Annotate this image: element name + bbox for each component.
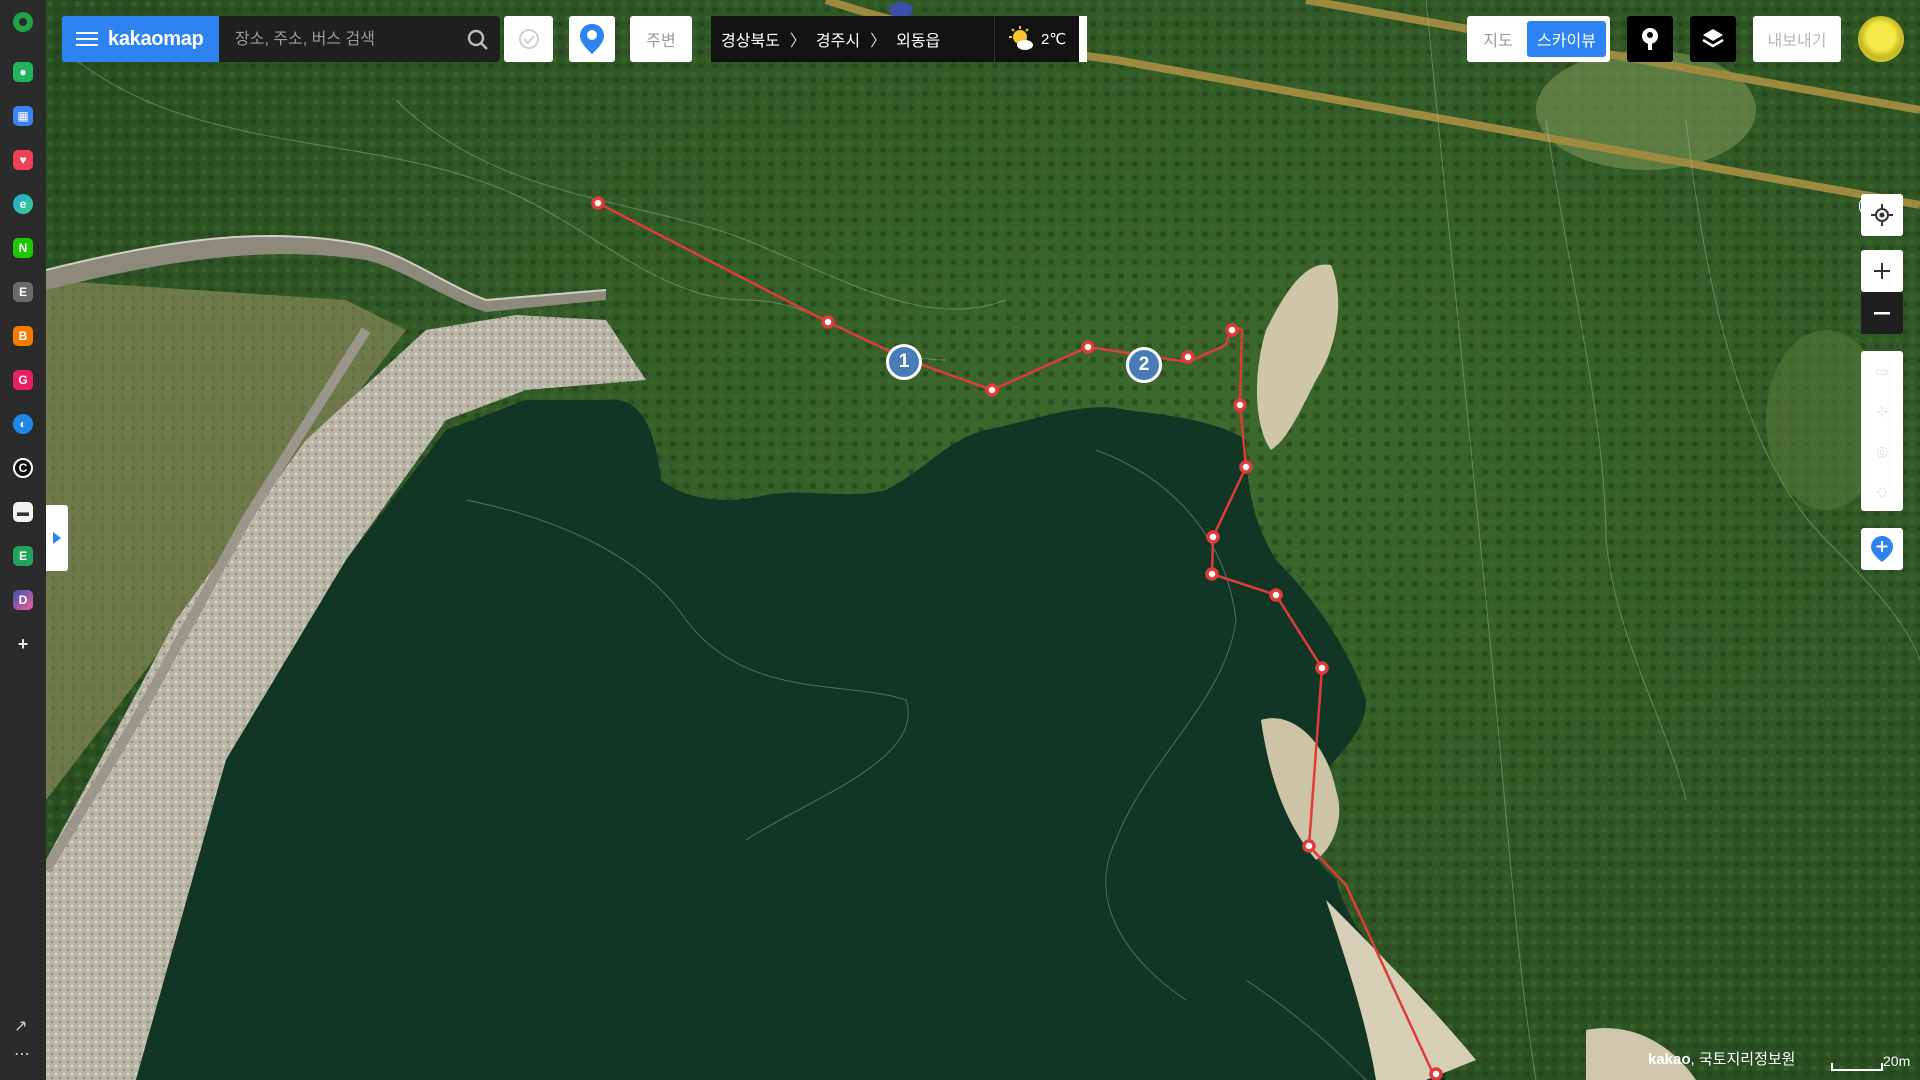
copyright-brand: kakao <box>1648 1051 1691 1068</box>
route-marker-2[interactable]: 2 <box>1126 347 1162 383</box>
notes-icon[interactable]: ▬ <box>13 502 33 522</box>
scale-label: 20m <box>1883 1053 1911 1069</box>
sun-cloud-icon <box>1009 26 1033 50</box>
whale-icon[interactable] <box>13 12 33 32</box>
radius-tool-icon[interactable]: ◎ <box>1876 443 1888 460</box>
crosshair-icon <box>1871 204 1893 226</box>
drop-icon[interactable]: ◐ <box>13 414 33 434</box>
breadcrumb-province[interactable]: 경상북도 <box>711 27 790 51</box>
route-point[interactable] <box>1233 398 1247 412</box>
breadcrumb-city[interactable]: 경주시 <box>806 27 870 51</box>
skyview-mode-button[interactable]: 스카이뷰 <box>1527 21 1606 57</box>
export-button[interactable]: 내보내기 <box>1753 16 1841 62</box>
route-point[interactable] <box>1239 460 1253 474</box>
e-app-icon[interactable]: E <box>13 282 33 302</box>
layers-button[interactable] <box>1690 16 1736 62</box>
search-icon[interactable] <box>466 28 490 52</box>
region-breadcrumb: 경상북도 〉 경주시 〉 외동읍 <box>711 16 994 62</box>
zoom-in-button[interactable] <box>1861 250 1903 292</box>
route-point[interactable] <box>1315 661 1329 675</box>
map-pin-icon <box>580 24 604 54</box>
avatar[interactable] <box>1858 16 1904 62</box>
map-type-toggle: 지도 스카이뷰 <box>1467 16 1610 62</box>
satellite-map[interactable]: 1 2 4 kakao, 국토지리정보원 20m <box>46 0 1920 1080</box>
weather-temp: 2℃ <box>1041 31 1067 48</box>
map-mode-button[interactable]: 지도 <box>1475 25 1521 53</box>
directions-button[interactable] <box>569 16 615 62</box>
route-point[interactable] <box>1429 1067 1443 1080</box>
locate-button[interactable] <box>1861 194 1903 236</box>
search-input[interactable] <box>233 26 457 54</box>
breadcrumb-town[interactable]: 외동읍 <box>886 27 950 51</box>
add-icon[interactable]: + <box>13 634 33 654</box>
check-button[interactable] <box>504 16 553 62</box>
route-point[interactable] <box>1269 588 1283 602</box>
browser-sidebar: ● ▦ ♥ e N E B G ◐ C ▬ E D + ↗ ⋯ <box>0 0 46 1080</box>
route-point[interactable] <box>1205 567 1219 581</box>
route-point[interactable] <box>1225 323 1239 337</box>
search-box <box>219 16 500 62</box>
route-point[interactable] <box>985 383 999 397</box>
distance-tool-icon[interactable]: ▭ <box>1875 363 1888 380</box>
edge-icon[interactable]: e <box>13 194 33 214</box>
calendar-icon[interactable]: ▦ <box>13 106 33 126</box>
chat-icon[interactable]: ● <box>13 62 33 82</box>
route-point[interactable] <box>1081 340 1095 354</box>
add-pin-icon <box>1871 536 1893 562</box>
route-point[interactable] <box>1302 839 1316 853</box>
area-tool-icon[interactable]: ⊹ <box>1876 403 1888 420</box>
expand-panel-button[interactable] <box>46 505 68 571</box>
route-point[interactable] <box>591 196 605 210</box>
chevron-right-icon <box>53 532 61 544</box>
weather-widget[interactable]: 2℃ <box>994 16 1087 62</box>
g-app-icon[interactable]: G <box>13 370 33 390</box>
route-marker-1[interactable]: 1 <box>886 344 922 380</box>
add-pin-button[interactable] <box>1861 528 1903 570</box>
copyright-text: , 국토지리정보원 <box>1690 1051 1796 1068</box>
pocket-icon[interactable]: ♥ <box>13 150 33 170</box>
roadview-icon <box>1642 28 1658 50</box>
copyright: kakao, 국토지리정보원 <box>1648 1048 1795 1069</box>
map-tools: ▭ ⊹ ◎ ◇ <box>1861 351 1903 511</box>
b-app-icon[interactable]: B <box>13 326 33 346</box>
e-green-icon[interactable]: E <box>13 546 33 566</box>
plus-icon <box>1874 263 1890 279</box>
roadview-button[interactable] <box>1627 16 1673 62</box>
d-app-icon[interactable]: D <box>13 590 33 610</box>
c-app-icon[interactable]: C <box>13 458 33 478</box>
kakaomap-logo[interactable]: kakaomap <box>108 28 204 51</box>
external-link-icon[interactable]: ↗ <box>14 1016 27 1036</box>
logo-bar: kakaomap <box>62 16 219 62</box>
naver-icon[interactable]: N <box>13 238 33 258</box>
chevron-right-icon: 〉 <box>870 33 887 50</box>
zoom-out-button[interactable] <box>1861 292 1903 334</box>
eraser-tool-icon[interactable]: ◇ <box>1877 483 1888 500</box>
route-point[interactable] <box>1206 530 1220 544</box>
layers-icon <box>1702 29 1724 48</box>
check-circle-icon <box>518 29 539 49</box>
route-point[interactable] <box>821 315 835 329</box>
menu-icon[interactable] <box>76 28 98 50</box>
route-point[interactable] <box>1181 350 1195 364</box>
more-icon[interactable]: ⋯ <box>14 1044 30 1064</box>
route-line <box>591 196 1443 1080</box>
minus-icon <box>1874 312 1890 315</box>
nearby-button[interactable]: 주변 <box>630 16 692 62</box>
chevron-right-icon: 〉 <box>789 33 806 50</box>
scale-bar <box>1831 1063 1883 1071</box>
